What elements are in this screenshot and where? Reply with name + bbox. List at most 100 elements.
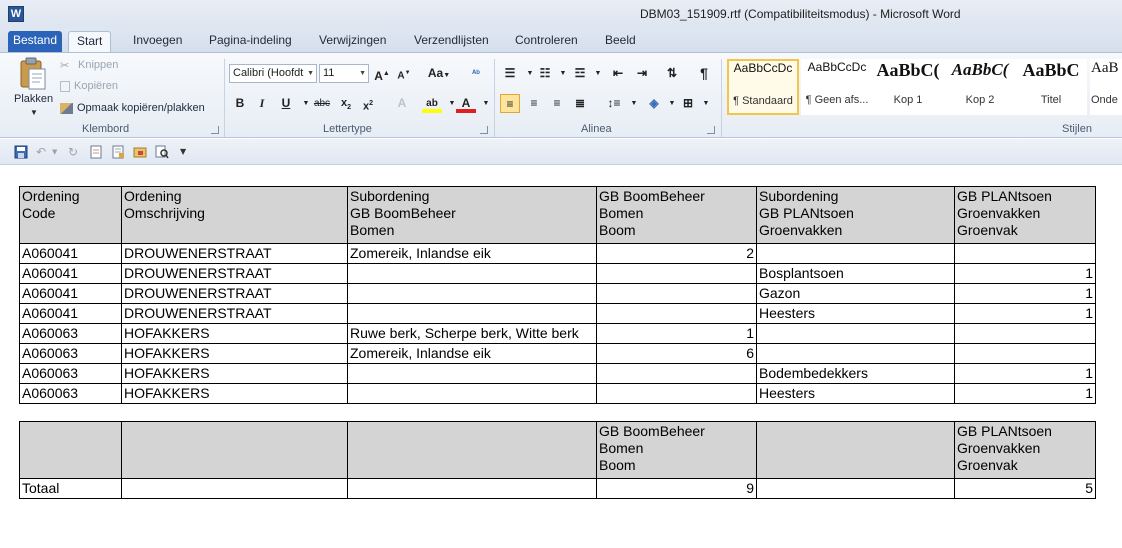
- align-center-icon[interactable]: ≡: [524, 94, 544, 113]
- multilevel-dropdown-icon[interactable]: ▼: [588, 64, 608, 83]
- open-folder-icon[interactable]: [133, 145, 147, 159]
- tab-invoegen[interactable]: Invoegen: [125, 31, 190, 52]
- undo-icon[interactable]: ↶: [36, 145, 50, 159]
- table-cell[interactable]: A060063: [19, 323, 122, 344]
- decrease-indent-icon[interactable]: ⇤: [608, 64, 628, 83]
- word-app-icon[interactable]: W: [8, 6, 24, 22]
- klembord-launcher-icon[interactable]: [211, 126, 219, 134]
- bullets-icon[interactable]: ☰: [500, 64, 520, 83]
- table-cell[interactable]: A060063: [19, 343, 122, 364]
- table-cell[interactable]: [347, 383, 597, 404]
- table-cell[interactable]: Heesters: [756, 383, 955, 404]
- grow-font-icon[interactable]: A▲: [372, 64, 392, 83]
- font-color-dropdown-icon[interactable]: ▼: [476, 94, 496, 113]
- table-cell[interactable]: Zomereik, Inlandse eik: [347, 343, 597, 364]
- align-left-icon[interactable]: ≡: [500, 94, 520, 113]
- table-cell[interactable]: [347, 303, 597, 324]
- increase-indent-icon[interactable]: ⇥: [632, 64, 652, 83]
- tab-verzendlijsten[interactable]: Verzendlijsten: [406, 31, 497, 52]
- table-cell[interactable]: [756, 323, 955, 344]
- table-cell[interactable]: 1: [954, 263, 1096, 284]
- table-cell[interactable]: [347, 283, 597, 304]
- underline-icon[interactable]: U: [276, 94, 296, 113]
- table-cell[interactable]: DROUWENERSTRAAT: [121, 243, 348, 264]
- clear-formatting-icon[interactable]: ᴬᵇ: [466, 64, 486, 83]
- table-cell[interactable]: Zomereik, Inlandse eik: [347, 243, 597, 264]
- table-cell[interactable]: 5: [954, 478, 1096, 499]
- text-effects-icon[interactable]: A: [392, 94, 412, 113]
- style-standaard[interactable]: AaBbCcDc ¶ Standaard: [727, 59, 799, 115]
- tab-start[interactable]: Start: [68, 31, 112, 52]
- customize-toolbar-icon[interactable]: ▼: [180, 145, 194, 159]
- table-cell[interactable]: A060063: [19, 363, 122, 384]
- style-titel[interactable]: AaBbC Titel: [1015, 59, 1087, 115]
- redo-icon[interactable]: ↻: [68, 145, 82, 159]
- format-painter-button[interactable]: Opmaak kopiëren/plakken: [60, 102, 205, 114]
- table-cell[interactable]: Ruwe berk, Scherpe berk, Witte berk: [347, 323, 597, 344]
- table-cell[interactable]: A060063: [19, 383, 122, 404]
- table-cell[interactable]: [954, 323, 1096, 344]
- table-cell[interactable]: [596, 283, 757, 304]
- bold-icon[interactable]: B: [230, 94, 250, 113]
- paste-dropdown-arrow-icon[interactable]: ▼: [30, 108, 38, 117]
- borders-icon[interactable]: ⊞: [678, 94, 698, 113]
- table-cell[interactable]: 1: [954, 363, 1096, 384]
- line-spacing-dropdown-icon[interactable]: ▼: [624, 94, 644, 113]
- table-cell[interactable]: 1: [954, 283, 1096, 304]
- table-cell[interactable]: A060041: [19, 283, 122, 304]
- numbering-icon[interactable]: ☷: [535, 64, 555, 83]
- italic-icon[interactable]: I: [252, 94, 272, 113]
- font-name-combo[interactable]: Calibri (Hoofdt ▼: [229, 64, 317, 83]
- font-size-combo[interactable]: 11 ▼: [319, 64, 369, 83]
- table-cell[interactable]: DROUWENERSTRAAT: [121, 283, 348, 304]
- tab-controleren[interactable]: Controleren: [507, 31, 586, 52]
- table-cell[interactable]: [347, 478, 597, 499]
- table-cell[interactable]: Bosplantsoen: [756, 263, 955, 284]
- edit-document-icon[interactable]: [111, 145, 125, 159]
- style-geen-afstand[interactable]: AaBbCcDc ¶ Geen afs...: [801, 59, 873, 115]
- sort-icon[interactable]: ⇅: [662, 64, 682, 83]
- table-cell[interactable]: Bodembedekkers: [756, 363, 955, 384]
- shrink-font-icon[interactable]: A▼: [394, 64, 414, 83]
- table-cell[interactable]: Gazon: [756, 283, 955, 304]
- table-cell[interactable]: A060041: [19, 243, 122, 264]
- paste-icon[interactable]: [18, 57, 48, 91]
- justify-icon[interactable]: ≣: [570, 94, 590, 113]
- table-cell[interactable]: [596, 363, 757, 384]
- table-cell[interactable]: [756, 243, 955, 264]
- superscript-icon[interactable]: x2: [358, 94, 378, 113]
- table-cell[interactable]: DROUWENERSTRAAT: [121, 303, 348, 324]
- shading-icon[interactable]: ◈: [644, 94, 664, 113]
- table-cell[interactable]: A060041: [19, 263, 122, 284]
- table-cell[interactable]: 2: [596, 243, 757, 264]
- table-cell[interactable]: [954, 343, 1096, 364]
- style-kop-2[interactable]: AaBbC( Kop 2: [944, 59, 1016, 115]
- table-cell[interactable]: 1: [596, 323, 757, 344]
- change-case-icon[interactable]: Aa▼: [426, 64, 452, 83]
- tab-beeld[interactable]: Beeld: [597, 31, 644, 52]
- undo-dropdown-icon[interactable]: ▼: [52, 145, 66, 159]
- table-cell[interactable]: 1: [954, 383, 1096, 404]
- table-cell[interactable]: [121, 478, 348, 499]
- print-preview-icon[interactable]: [155, 145, 169, 159]
- table-cell[interactable]: 9: [596, 478, 757, 499]
- table-cell[interactable]: [756, 478, 955, 499]
- highlight-color-icon[interactable]: ab: [422, 94, 442, 113]
- subscript-icon[interactable]: x2: [336, 94, 356, 113]
- table-cell[interactable]: HOFAKKERS: [121, 323, 348, 344]
- table-cell[interactable]: [347, 363, 597, 384]
- multilevel-list-icon[interactable]: ☲: [570, 64, 590, 83]
- table-cell[interactable]: [596, 303, 757, 324]
- copy-button[interactable]: Kopiëren: [60, 80, 118, 92]
- save-icon[interactable]: [14, 145, 28, 159]
- table-cell[interactable]: [347, 263, 597, 284]
- alinea-launcher-icon[interactable]: [707, 126, 715, 134]
- table-cell[interactable]: [596, 383, 757, 404]
- table-cell[interactable]: DROUWENERSTRAAT: [121, 263, 348, 284]
- cut-button[interactable]: ✂ Knippen: [60, 59, 118, 72]
- font-color-icon[interactable]: A: [456, 94, 476, 113]
- table-cell[interactable]: HOFAKKERS: [121, 383, 348, 404]
- lettertype-launcher-icon[interactable]: [480, 126, 488, 134]
- new-document-icon[interactable]: [89, 145, 103, 159]
- borders-dropdown-icon[interactable]: ▼: [696, 94, 716, 113]
